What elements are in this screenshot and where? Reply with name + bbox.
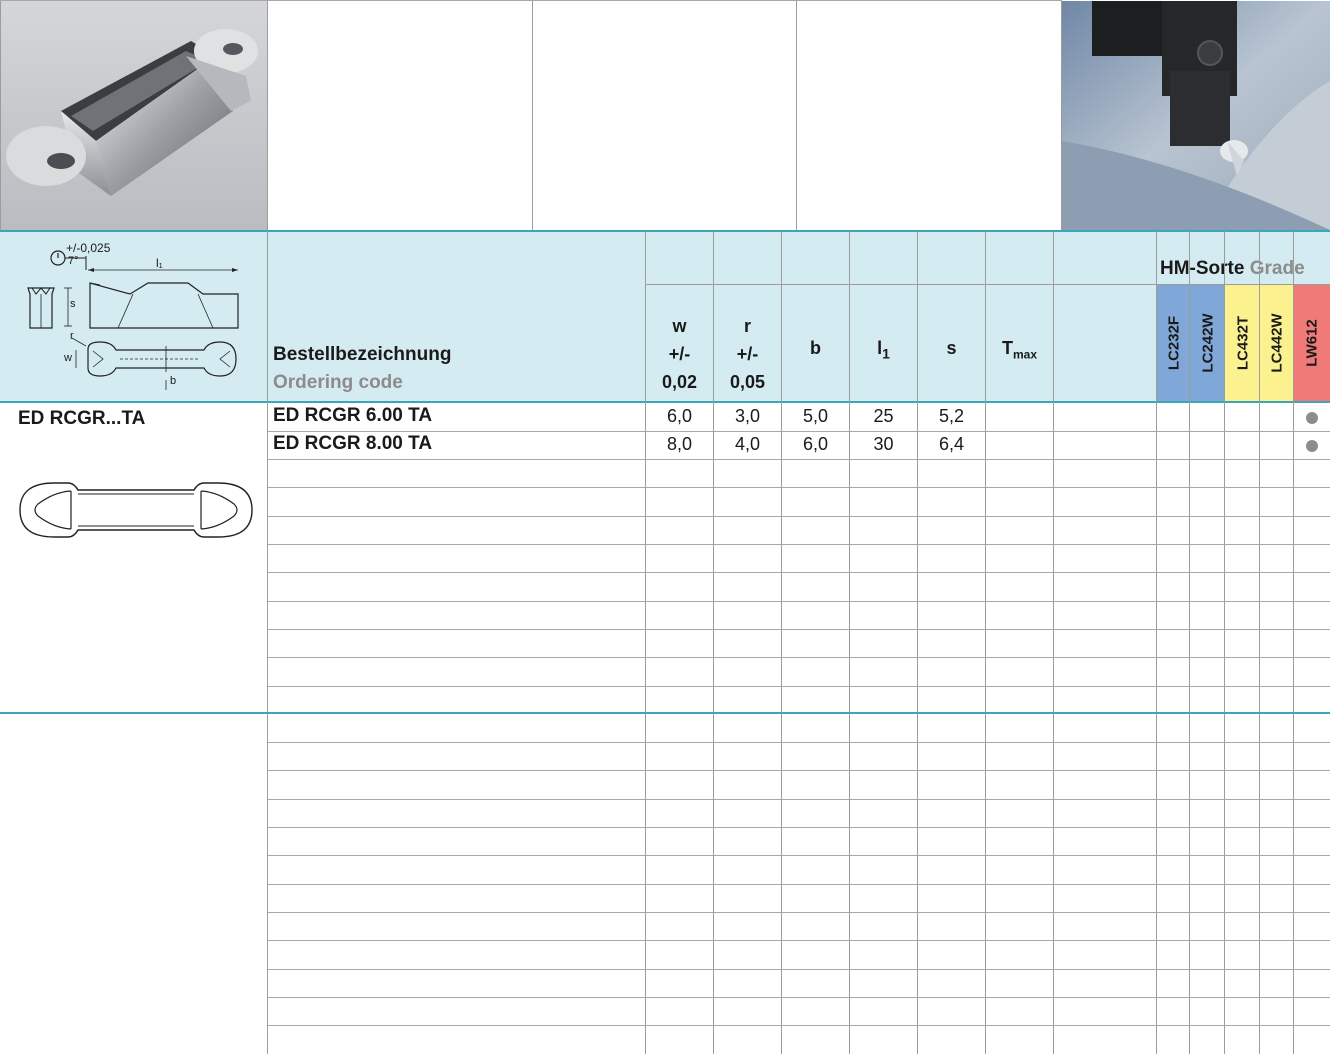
grid-hline <box>268 544 1330 545</box>
diagram-w: w <box>64 352 72 364</box>
diagram-angle: 7° <box>68 255 79 267</box>
grid-hline <box>268 884 1330 885</box>
section-divider <box>0 712 1330 714</box>
diagram-l1: l₁ <box>156 256 163 270</box>
ordering-code: ED RCGR 8.00 TA <box>273 433 433 454</box>
grid-hline <box>268 770 1330 771</box>
cell-l1: 25 <box>873 406 894 426</box>
col-header-w: w +/- 0,02 <box>661 316 698 392</box>
header-mid-rule <box>646 284 1330 285</box>
grid-vline <box>917 231 918 1054</box>
grid-hline <box>268 855 1330 856</box>
grid-vline <box>985 231 986 1054</box>
grid-hline <box>268 827 1330 828</box>
grid-hline <box>268 657 1330 658</box>
col-header-b: b <box>810 338 821 358</box>
col-header-s: s <box>946 338 957 358</box>
cell-s: 5,2 <box>938 406 965 426</box>
grid-vline <box>645 231 646 1054</box>
cell-b: 5,0 <box>802 406 829 426</box>
grade-col-lc232f: LC232F <box>1157 285 1190 401</box>
grid-hline <box>268 940 1330 941</box>
header-top-rule <box>0 230 1330 232</box>
grid-hline <box>268 601 1330 602</box>
grid-vline <box>1189 231 1190 1054</box>
grid-hline <box>268 912 1330 913</box>
grade-availability-dot <box>1306 440 1318 452</box>
ordering-label-de: Bestellbezeichnung <box>273 344 452 365</box>
cell-s: 6,4 <box>938 434 965 454</box>
grid-hline <box>268 799 1330 800</box>
grid-vline <box>1293 231 1294 1054</box>
grid-vline <box>713 231 714 1054</box>
diagram-b: b <box>170 375 177 387</box>
grade-availability-dot <box>1306 412 1318 424</box>
grid-hline <box>268 686 1330 687</box>
cell-r: 3,0 <box>734 406 761 426</box>
grade-col-lc442w: LC442W <box>1260 285 1294 401</box>
grid-hline <box>268 431 1330 432</box>
grid-vline <box>1053 231 1054 1054</box>
grid-vline <box>1156 231 1157 1054</box>
cell-w: 6,0 <box>666 406 693 426</box>
grid-hline <box>268 572 1330 573</box>
diagram-s: s <box>70 298 76 310</box>
grade-col-lc432t: LC432T <box>1225 285 1260 401</box>
col-header-l1: l1 <box>877 338 890 362</box>
insert-top-view-outline <box>16 480 256 540</box>
col-header-r: r +/- 0,05 <box>729 316 766 392</box>
grid-hline <box>268 516 1330 517</box>
grid-hline <box>268 997 1330 998</box>
cell-r: 4,0 <box>734 434 761 454</box>
grid-vline <box>1259 231 1260 1054</box>
diagram-r: r <box>70 330 74 342</box>
cell-b: 6,0 <box>802 434 829 454</box>
grid-vline <box>781 231 782 1054</box>
grooving-insert-photo <box>1 1 267 230</box>
grid-hline <box>268 1025 1330 1026</box>
grade-title: HM-Sorte Grade <box>1160 258 1305 279</box>
grid-hline <box>268 459 1330 460</box>
ordering-label-en: Ordering code <box>273 372 403 393</box>
grid-vline <box>1224 231 1225 1054</box>
diagram-tolerance: +/-0,025 <box>66 241 111 255</box>
cell-l1: 30 <box>873 434 894 454</box>
insert-dimension-diagram: +/-0,025 7° l₁ s r w b <box>8 238 260 398</box>
grade-col-lc242w: LC242W <box>1190 285 1225 401</box>
cell-w: 8,0 <box>666 434 693 454</box>
top-image-band <box>0 0 1330 231</box>
family-label: ED RCGR...TA <box>18 408 146 429</box>
header-bottom-rule <box>0 401 1330 403</box>
grid-vline <box>267 231 268 1054</box>
grade-col-lw612: LW612 <box>1294 285 1330 401</box>
grid-hline <box>268 969 1330 970</box>
col-header-tmax: Tmax <box>1001 338 1038 362</box>
grid-hline <box>268 487 1330 488</box>
tool-holder-machining-photo <box>1062 1 1330 230</box>
grid-hline <box>268 629 1330 630</box>
ordering-code: ED RCGR 6.00 TA <box>273 405 433 426</box>
grid-hline <box>268 742 1330 743</box>
grid-vline <box>849 231 850 1054</box>
